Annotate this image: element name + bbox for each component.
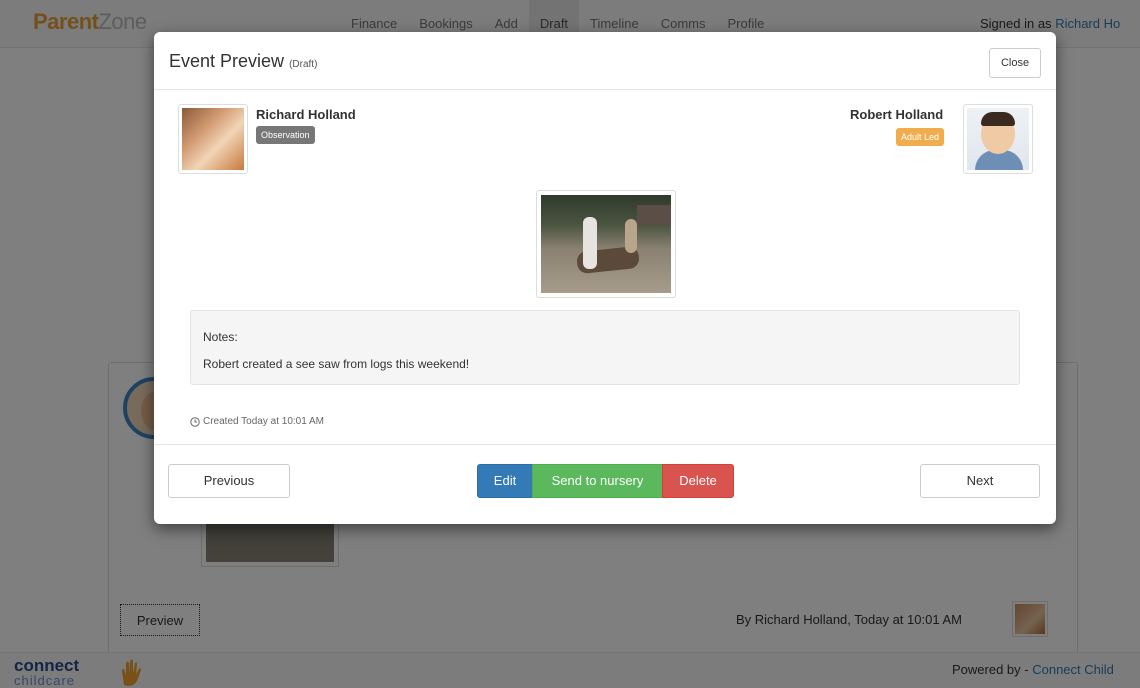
adult-led-badge: Adult Led (896, 128, 945, 146)
notes-label: Notes: (203, 330, 238, 344)
delete-button[interactable]: Delete (662, 464, 734, 498)
event-photo[interactable] (536, 190, 676, 298)
observation-badge: Observation (256, 126, 315, 144)
author-name: Richard Holland (256, 107, 356, 122)
previous-button[interactable]: Previous (168, 464, 290, 498)
modal-title-text: Event Preview (169, 51, 285, 71)
modal-title: Event Preview (Draft) (169, 51, 317, 72)
edit-button[interactable]: Edit (477, 464, 533, 498)
child-name: Robert Holland (850, 107, 944, 122)
child-avatar-large (963, 104, 1033, 174)
close-button[interactable]: Close (989, 48, 1041, 78)
event-preview-modal: Event Preview (Draft) Close Richard Holl… (154, 32, 1056, 524)
send-to-nursery-button[interactable]: Send to nursery (532, 464, 663, 498)
created-timestamp: Created Today at 10:01 AM (190, 416, 324, 427)
notes-panel: Notes: Robert created a see saw from log… (190, 310, 1020, 385)
modal-header: Event Preview (Draft) Close (154, 32, 1056, 90)
next-button[interactable]: Next (920, 464, 1040, 498)
clock-icon (190, 416, 200, 427)
author-avatar (178, 104, 248, 174)
notes-text: Robert created a see saw from logs this … (203, 357, 470, 371)
draft-indicator: (Draft) (289, 59, 318, 70)
modal-footer: Previous Edit Send to nursery Delete Nex… (154, 444, 1056, 524)
created-text: Created Today at 10:01 AM (203, 416, 325, 427)
